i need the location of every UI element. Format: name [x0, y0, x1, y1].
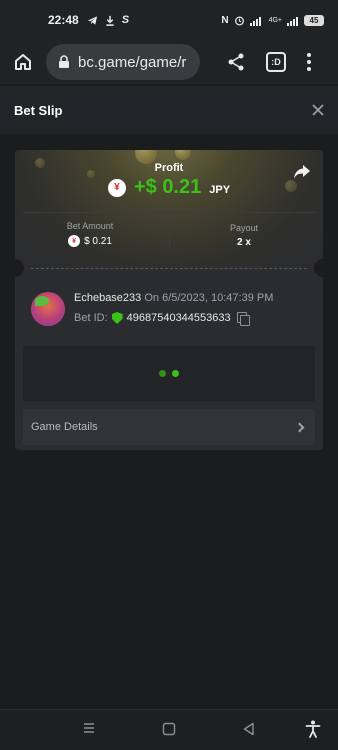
bet-slip-card: Profit ¥ +$ 0.21 JPY Bet Amount ¥ $ 0.21…: [15, 150, 323, 450]
status-bar: 22:48 S N 4G+ 45: [0, 0, 338, 40]
accessibility-icon: [305, 720, 321, 738]
home-icon: [15, 54, 31, 70]
system-navigation-bar: [0, 709, 338, 750]
payout-value: 2 x: [237, 237, 251, 248]
profit-label: Profit: [154, 162, 184, 174]
chevron-right-icon: [294, 422, 305, 432]
download-icon: [106, 15, 114, 26]
game-preview-loading: [23, 346, 315, 401]
jpy-currency-icon: ¥: [68, 235, 81, 247]
bet-amount-label: Bet Amount: [66, 221, 114, 231]
menu-dot: [307, 67, 311, 71]
more-menu-button[interactable]: [304, 53, 314, 71]
share-arrow-icon: [294, 165, 310, 179]
game-details-button[interactable]: Game Details: [23, 409, 315, 445]
address-bar[interactable]: bc.game/game/r: [46, 44, 200, 80]
profit-currency: JPY: [209, 183, 231, 196]
loading-dot: [159, 370, 166, 377]
alarm-icon: [234, 16, 244, 25]
ticket-notch-right: [314, 259, 323, 277]
bet-amount-value-row: ¥ $ 0.21: [15, 235, 165, 247]
signal-icon: [249, 16, 261, 26]
home-nav-button[interactable]: [162, 722, 176, 739]
stats-divider: [23, 212, 315, 213]
bet-date: On 6/5/2023, 10:47:39 PM: [144, 292, 274, 304]
jpy-currency-icon: ¥: [107, 178, 126, 197]
bet-id-value: 49687540344553633: [126, 312, 231, 324]
bet-id-line: Bet ID: 49687540344553633: [74, 312, 250, 326]
coin-decoration: [175, 150, 191, 160]
close-icon: [312, 104, 324, 116]
tabs-button[interactable]: :D: [266, 52, 286, 72]
lock-icon: [59, 55, 69, 68]
battery-icon: 45: [304, 14, 324, 26]
ticket-dashed-divider: [31, 268, 307, 269]
nfc-icon: N: [221, 14, 229, 26]
loading-dot: [172, 370, 179, 377]
menu-dot: [307, 60, 311, 64]
avatar[interactable]: [31, 292, 65, 326]
home-button[interactable]: [8, 47, 38, 77]
bet-amount-value: $ 0.21: [84, 235, 112, 247]
menu-dot: [307, 53, 311, 57]
recents-icon: [84, 723, 94, 733]
bet-slip-title: Bet Slip: [14, 102, 63, 118]
bet-id-label: Bet ID:: [74, 312, 108, 324]
browser-toolbar: bc.game/game/r :D: [0, 40, 338, 84]
profit-row: ¥ +$ 0.21 JPY: [15, 176, 323, 199]
player-info: Echebase233 On 6/5/2023, 10:47:39 PM Bet…: [31, 292, 311, 328]
verified-shield-icon: [111, 312, 123, 324]
accessibility-button[interactable]: [305, 720, 321, 741]
share-button[interactable]: [224, 50, 248, 74]
payout-label: Payout: [229, 223, 259, 233]
profit-amount: +$ 0.21: [133, 176, 202, 198]
recents-button[interactable]: [82, 721, 96, 738]
telegram-icon: [87, 15, 97, 25]
copy-icon[interactable]: [236, 312, 250, 326]
notification-icons: S: [87, 14, 129, 26]
home-square-icon: [162, 722, 176, 736]
game-details-label: Game Details: [31, 421, 98, 433]
close-button[interactable]: [312, 101, 324, 119]
s-app-icon: S: [121, 14, 130, 26]
back-button[interactable]: [242, 722, 256, 739]
bet-slip-header: Bet Slip: [0, 86, 338, 134]
back-triangle-icon: [243, 722, 254, 736]
username[interactable]: Echebase233: [74, 292, 141, 304]
system-icons: N 4G+ 45: [221, 14, 324, 26]
share-icon: [228, 53, 244, 71]
url-text: bc.game/game/r: [78, 53, 187, 71]
status-time: 22:48: [48, 13, 79, 27]
player-name-line: Echebase233 On 6/5/2023, 10:47:39 PM: [74, 292, 273, 304]
signal-icon-2: [287, 16, 298, 26]
share-bet-button[interactable]: [293, 164, 311, 185]
network-type: 4G+: [268, 16, 282, 24]
avatar-leaf: [35, 296, 49, 306]
